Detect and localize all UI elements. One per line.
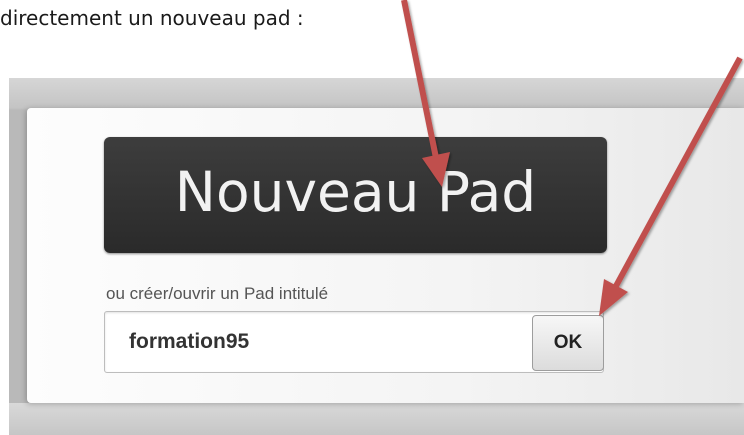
document-intro-text: directement un nouveau pad : (0, 6, 304, 30)
open-pad-label: ou créer/ouvrir un Pad intitulé (106, 284, 329, 303)
ok-button[interactable]: OK (532, 315, 604, 371)
pad-name-input[interactable] (104, 311, 604, 373)
new-pad-button[interactable]: Nouveau Pad (104, 137, 607, 253)
